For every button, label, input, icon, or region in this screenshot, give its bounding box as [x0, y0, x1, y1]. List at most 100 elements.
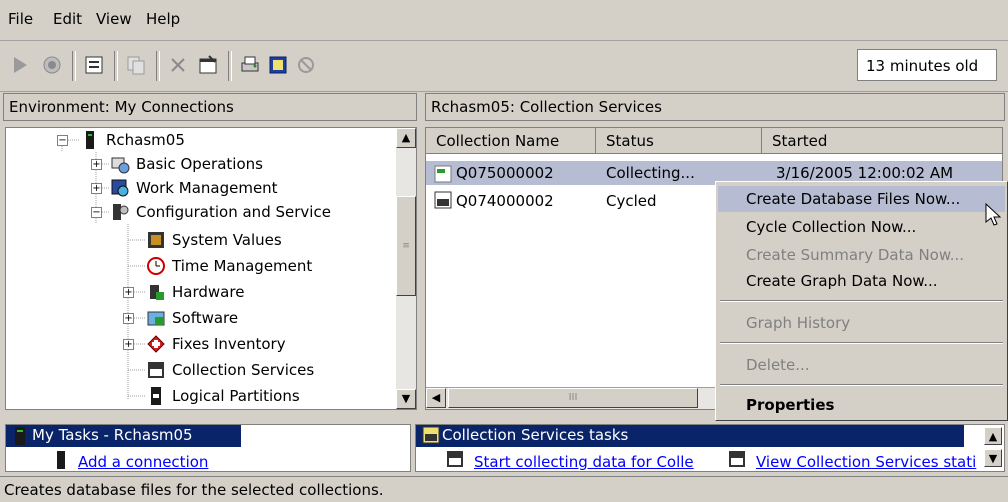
toolbar: 13 minutes old	[0, 41, 1008, 92]
menu-create-summary-data[interactable]: Create Summary Data Now...	[718, 242, 1005, 268]
tree-item-logical-partitions[interactable]: Logical Partitions	[146, 384, 300, 408]
row-name: Q074000002	[456, 192, 554, 210]
scroll-left-button[interactable]: ◀	[426, 388, 446, 408]
tree-item-work-management[interactable]: Work Management	[110, 176, 278, 200]
menu-separator	[720, 342, 1003, 344]
menu-create-graph-data[interactable]: Create Graph Data Now...	[718, 268, 1005, 294]
menu-edit[interactable]: Edit	[53, 10, 82, 28]
menu-help[interactable]: Help	[146, 10, 180, 28]
software-icon	[146, 308, 166, 328]
collection-services-icon	[422, 426, 440, 448]
collapse-toggle[interactable]: −	[91, 207, 102, 218]
row-status: Cycled	[606, 192, 657, 210]
server-icon	[80, 130, 100, 150]
tree-item-label: System Values	[172, 231, 282, 249]
tree-item-fixes-inventory[interactable]: Fixes Inventory	[146, 332, 286, 356]
column-header-name[interactable]: Collection Name	[426, 128, 596, 154]
view-collection-services-status-link[interactable]: View Collection Services stati	[756, 453, 982, 471]
menu-cycle-collection[interactable]: Cycle Collection Now...	[718, 214, 1005, 240]
scroll-up-button[interactable]: ▲	[984, 427, 1002, 445]
logical-partitions-icon	[146, 386, 166, 406]
collection-services-tasks-pane: Collection Services tasks Start collecti…	[415, 424, 1005, 472]
tree-item-configuration-and-service[interactable]: Configuration and Service	[110, 200, 331, 224]
collection-services-icon	[446, 450, 464, 472]
tree-item-time-management[interactable]: Time Management	[146, 254, 312, 278]
scroll-thumb[interactable]: ≡	[396, 196, 416, 296]
tree-item-label: Software	[172, 309, 239, 327]
column-header-started[interactable]: Started	[762, 128, 1002, 154]
toolbar-separator	[72, 51, 76, 81]
expand-toggle[interactable]: +	[91, 159, 102, 170]
my-tasks-pane: My Tasks - Rchasm05 Add a connection	[5, 424, 411, 472]
properties-icon[interactable]	[196, 53, 220, 77]
menu-delete[interactable]: Delete...	[718, 352, 1005, 378]
stop-icon[interactable]	[40, 53, 64, 77]
tree-item-label: Rchasm05	[106, 131, 185, 149]
hscroll-thumb[interactable]: III	[448, 388, 698, 408]
toolbar-separator	[228, 51, 232, 81]
tree-item-label: Basic Operations	[136, 155, 263, 173]
hardware-icon	[146, 282, 166, 302]
collection-services-tasks-title: Collection Services tasks	[416, 425, 964, 447]
print-icon[interactable]	[238, 53, 262, 77]
my-tasks-title: My Tasks - Rchasm05	[6, 425, 241, 447]
tree-item-hardware[interactable]: Hardware	[146, 280, 244, 304]
server-icon	[12, 426, 28, 450]
tree-item-system-values[interactable]: System Values	[146, 228, 282, 252]
work-management-icon	[110, 178, 130, 198]
right-panel-title: Rchasm05: Collection Services	[425, 93, 1005, 121]
menu-create-database-files[interactable]: Create Database Files Now...	[718, 186, 1005, 212]
tree-item-label: Collection Services	[172, 361, 315, 379]
toolbar-separator	[114, 51, 118, 81]
collapse-toggle[interactable]: −	[57, 135, 68, 146]
data-age-field: 13 minutes old	[857, 49, 997, 81]
expand-toggle[interactable]: +	[123, 313, 134, 324]
row-name: Q075000002	[456, 164, 554, 182]
scroll-down-button[interactable]: ▼	[396, 389, 416, 409]
row-status: Collecting...	[606, 164, 695, 182]
collection-object-icon	[434, 165, 452, 187]
menu-graph-history[interactable]: Graph History	[718, 310, 1005, 336]
scroll-down-button[interactable]: ▼	[984, 449, 1002, 467]
tree-item-label: Hardware	[172, 283, 245, 301]
tree-item-software[interactable]: Software	[146, 306, 238, 330]
collection-object-icon	[434, 191, 452, 213]
tree-item-label: Time Management	[172, 257, 313, 275]
menu-properties[interactable]: Properties	[718, 392, 1005, 418]
start-collecting-link[interactable]: Start collecting data for Colle	[474, 453, 694, 471]
tree-item-basic-operations[interactable]: Basic Operations	[110, 152, 263, 176]
server-icon	[54, 450, 68, 474]
start-icon[interactable]	[8, 53, 32, 77]
system-values-icon	[146, 230, 166, 250]
copy-icon[interactable]	[124, 53, 148, 77]
expand-toggle[interactable]: +	[123, 287, 134, 298]
list-hscrollbar[interactable]: ◀ III	[426, 387, 716, 409]
tree-item-collection-services[interactable]: Collection Services	[146, 358, 314, 382]
configuration-icon	[110, 202, 130, 222]
scroll-up-button[interactable]: ▲	[396, 128, 416, 148]
tree-item-rchasm05[interactable]: Rchasm05	[80, 128, 185, 152]
basic-operations-icon	[110, 154, 130, 174]
tree-item-label: Work Management	[136, 179, 278, 197]
menu-view[interactable]: View	[96, 10, 132, 28]
left-panel-title: Environment: My Connections	[3, 93, 417, 121]
tree-item-label: Logical Partitions	[172, 387, 300, 405]
mouse-pointer-icon	[985, 202, 1002, 231]
delete-icon[interactable]	[166, 53, 190, 77]
navigation-tree: − + + − + + + Rchasm05 Basic Operations …	[5, 127, 417, 410]
expand-toggle[interactable]: +	[123, 339, 134, 350]
expand-toggle[interactable]: +	[91, 183, 102, 194]
tree-item-label: Configuration and Service	[136, 203, 331, 221]
add-connection-link[interactable]: Add a connection	[78, 453, 208, 471]
menu-file[interactable]: File	[8, 10, 33, 28]
status-bar: Creates database files for the selected …	[0, 476, 1008, 502]
task-icon[interactable]	[266, 53, 290, 77]
context-menu: Create Database Files Now... Cycle Colle…	[715, 181, 1008, 421]
cancel-icon[interactable]	[294, 53, 318, 77]
row-started: 3/16/2005 12:00:02 AM	[776, 164, 954, 182]
menu-bar: File Edit View Help	[0, 0, 1008, 41]
collection-services-icon[interactable]	[82, 53, 106, 77]
tree-scrollbar[interactable]: ▲ ≡ ▼	[396, 128, 416, 409]
collection-services-icon	[146, 360, 166, 380]
column-header-status[interactable]: Status	[596, 128, 762, 154]
